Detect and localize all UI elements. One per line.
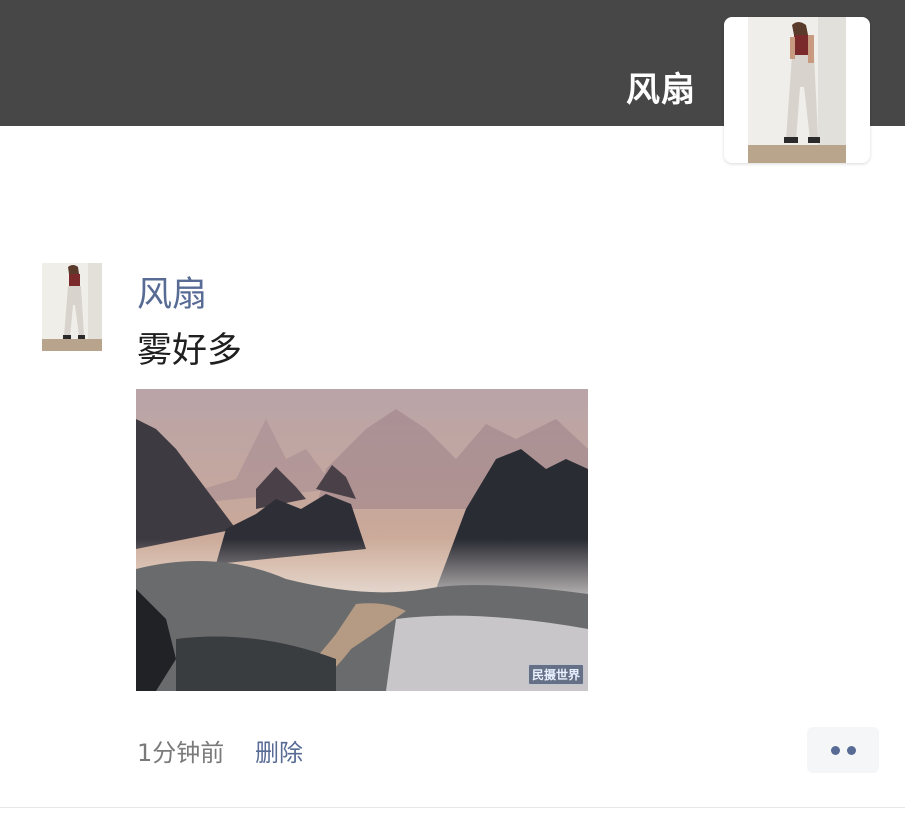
ellipsis-icon bbox=[847, 746, 856, 755]
avatar-photo bbox=[748, 17, 846, 163]
post-image[interactable]: 民摄世界 bbox=[136, 389, 588, 691]
delete-link[interactable]: 删除 bbox=[255, 733, 303, 768]
avatar-photo bbox=[42, 263, 102, 351]
divider bbox=[0, 807, 905, 808]
image-watermark: 民摄世界 bbox=[527, 664, 584, 685]
post-author-avatar[interactable] bbox=[42, 263, 102, 351]
post-text: 雾好多 bbox=[137, 331, 243, 371]
post-timestamp: 1分钟前 bbox=[137, 739, 225, 767]
ellipsis-icon bbox=[831, 746, 840, 755]
cover-username: 风扇 bbox=[626, 70, 696, 110]
post-author-name[interactable]: 风扇 bbox=[137, 266, 207, 317]
misty-mountains-photo bbox=[136, 389, 588, 691]
cover-avatar[interactable] bbox=[724, 17, 870, 163]
more-actions-button[interactable] bbox=[807, 727, 879, 773]
